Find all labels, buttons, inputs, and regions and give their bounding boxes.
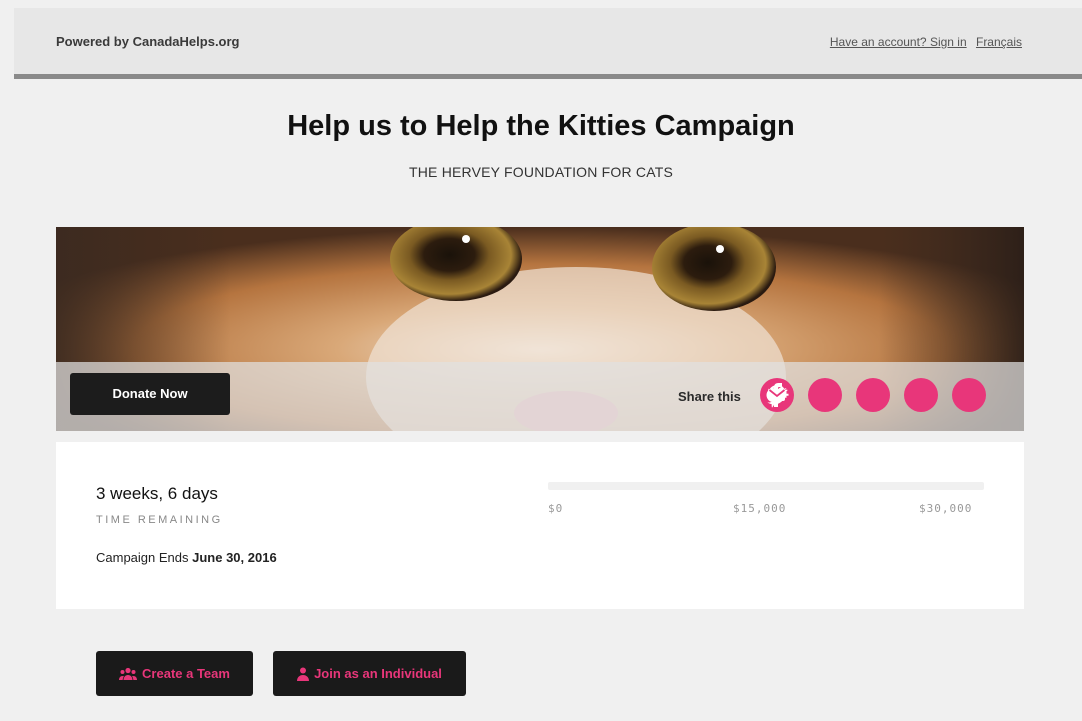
- top-links: Have an account? Sign in Français: [830, 35, 1022, 49]
- scale-label-min: $0: [548, 502, 564, 515]
- campaign-ends-prefix: Campaign Ends: [96, 550, 189, 565]
- twitter-icon[interactable]: [767, 378, 842, 412]
- donate-now-button[interactable]: Donate Now: [70, 373, 230, 415]
- share-icons: [760, 378, 986, 412]
- time-remaining-value: 3 weeks, 6 days: [96, 484, 218, 503]
- hero-action-bar: Donate Now Share this: [56, 362, 1024, 431]
- team-icon: [119, 667, 138, 680]
- share-label: Share this: [678, 389, 741, 404]
- create-team-label: Create a Team: [142, 666, 230, 681]
- campaign-title: Help us to Help the Kitties Campaign: [287, 110, 795, 142]
- sign-in-link[interactable]: Have an account? Sign in: [830, 35, 967, 49]
- email-icon[interactable]: [768, 378, 986, 412]
- time-remaining-label: TIME REMAINING: [96, 514, 223, 526]
- language-link[interactable]: Français: [976, 35, 1022, 49]
- join-individual-button[interactable]: Join as an Individual: [273, 651, 466, 696]
- top-bar: Powered by CanadaHelps.org Have an accou…: [14, 8, 1082, 79]
- campaign-end-date: Campaign Ends June 30, 2016: [96, 550, 277, 565]
- organization-name: THE HERVEY FOUNDATION FOR CATS: [409, 164, 673, 180]
- powered-by-link[interactable]: Powered by CanadaHelps.org: [56, 34, 240, 49]
- fundraising-progress-bar: [548, 482, 984, 490]
- google-plus-icon[interactable]: [766, 378, 938, 412]
- campaign-stats-panel: 3 weeks, 6 days TIME REMAINING Campaign …: [56, 442, 1024, 609]
- pinterest-icon[interactable]: [768, 378, 890, 412]
- hero-banner: Donate Now Share this: [56, 227, 1024, 431]
- person-icon: [297, 667, 310, 681]
- campaign-ends-date: June 30, 2016: [192, 550, 277, 565]
- scale-label-mid: $15,000: [733, 502, 787, 515]
- scale-label-max: $30,000: [919, 502, 973, 515]
- join-individual-label: Join as an Individual: [314, 666, 442, 681]
- create-team-button[interactable]: Create a Team: [96, 651, 253, 696]
